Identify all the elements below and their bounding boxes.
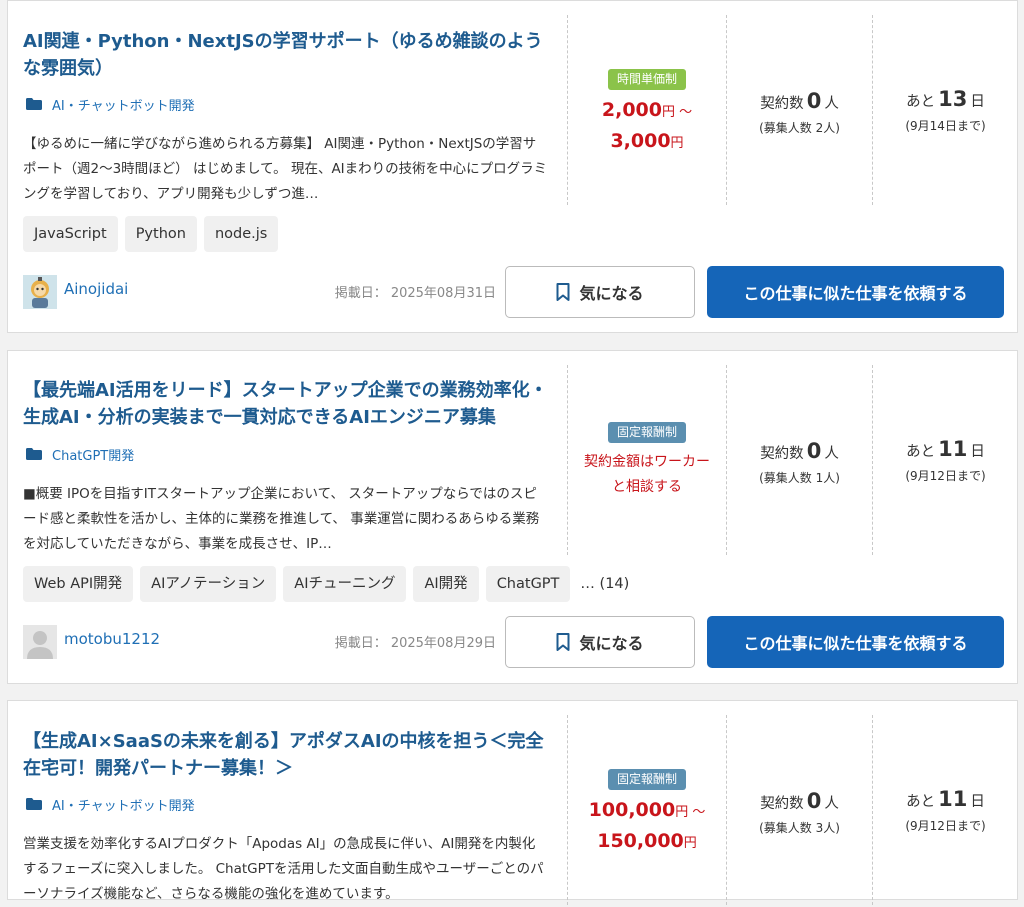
- folder-icon: [26, 98, 42, 110]
- folder-icon: [26, 448, 42, 460]
- recruit-count: (募集人数 2人): [759, 121, 840, 135]
- price-max-unit: 円: [670, 136, 684, 151]
- job-category[interactable]: AI・チャットボット開発: [26, 94, 195, 114]
- price-range: 2,000円 〜 3,000円: [568, 96, 726, 158]
- price-max: 150,000: [597, 830, 684, 852]
- price-max-unit: 円: [683, 836, 697, 851]
- contract-column: 契約数 0 人 (募集人数 1人): [727, 439, 872, 486]
- remaining-prefix: あと: [906, 444, 936, 460]
- avatar[interactable]: [23, 625, 57, 659]
- recruit-count: (募集人数 1人): [759, 471, 840, 485]
- avatar[interactable]: [23, 275, 57, 309]
- contract-label: 契約数: [760, 446, 804, 462]
- skill-tag[interactable]: node.js: [203, 216, 279, 252]
- contract-unit: 人: [824, 796, 839, 812]
- remaining-days: 13: [938, 87, 968, 111]
- skill-tags: JavaScript Python node.js: [23, 216, 279, 252]
- contract-count: 0: [806, 789, 822, 813]
- favorite-button[interactable]: 気になる: [505, 616, 695, 668]
- deadline-column: あと 13 日 (9月14日まで): [873, 87, 1018, 134]
- job-footer: Ainojidai 掲載日： 2025年08月31日 気になる この仕事に似た仕…: [23, 266, 1008, 318]
- job-title[interactable]: 【生成AI×SaaSの未来を創る】アポダスAIの中核を担う＜完全在宅可！開発パー…: [23, 728, 553, 782]
- job-description: ■概要 IPOを目指すITスタートアップ企業において、 スタートアップならではの…: [23, 486, 540, 552]
- price-min-unit: 円 〜: [675, 805, 706, 820]
- job-description: 【ゆるめに一緒に学びながら進められる方募集】 AI関連・Python・NextJ…: [23, 136, 548, 202]
- job-card: 【生成AI×SaaSの未来を創る】アポダスAIの中核を担う＜完全在宅可！開発パー…: [7, 700, 1018, 905]
- contract-label: 契約数: [760, 96, 804, 112]
- price-negotiable: 契約金額はワーカーと相談する: [584, 454, 710, 495]
- more-tags-count[interactable]: … (14): [580, 576, 629, 592]
- price-column: 時間単価制 2,000円 〜 3,000円: [568, 68, 726, 158]
- price-min-unit: 円 〜: [661, 105, 693, 120]
- client-username[interactable]: motobu1212: [64, 630, 160, 648]
- skill-tag[interactable]: AIアノテーション: [140, 566, 277, 602]
- remaining-prefix: あと: [906, 794, 936, 810]
- contract-column: 契約数 0 人 (募集人数 2人): [727, 89, 872, 136]
- job-footer: motobu1212 掲載日： 2025年08月29日 気になる この仕事に似た…: [23, 616, 1008, 668]
- contract-count: 0: [806, 89, 822, 113]
- skill-tag[interactable]: AIチューニング: [283, 566, 407, 602]
- deadline-date: (9月12日まで): [905, 469, 986, 483]
- price-min: 2,000: [601, 99, 662, 121]
- job-title[interactable]: AI関連・Python・NextJSの学習サポート（ゆるめ雑談のような雰囲気）: [23, 28, 553, 82]
- remaining-unit: 日: [970, 444, 985, 460]
- bookmark-icon: [556, 283, 570, 301]
- job-category[interactable]: AI・チャットボット開発: [26, 794, 195, 814]
- category-label: ChatGPT開発: [52, 448, 135, 464]
- pay-type-badge: 時間単価制: [607, 69, 686, 90]
- skill-tag[interactable]: Web API開発: [23, 566, 134, 602]
- job-list: AI関連・Python・NextJSの学習サポート（ゆるめ雑談のような雰囲気） …: [0, 0, 1024, 905]
- price-column: 固定報酬制 100,000円 〜 150,000円: [568, 768, 726, 858]
- client-username[interactable]: Ainojidai: [64, 280, 128, 298]
- remaining-unit: 日: [970, 794, 985, 810]
- price-max: 3,000: [610, 130, 671, 152]
- contract-column: 契約数 0 人 (募集人数 3人): [727, 789, 872, 836]
- contract-count: 0: [806, 439, 822, 463]
- job-card: 【最先端AI活用をリード】スタートアップ企業での業務効率化・生成AI・分析の実装…: [7, 350, 1018, 684]
- deadline-date: (9月14日まで): [905, 119, 986, 133]
- category-label: AI・チャットボット開発: [52, 798, 195, 814]
- deadline-date: (9月12日まで): [905, 819, 986, 833]
- remaining-days: 11: [938, 437, 968, 461]
- posted-date: 掲載日： 2025年08月29日: [334, 636, 496, 651]
- contract-label: 契約数: [760, 796, 804, 812]
- contract-unit: 人: [824, 96, 839, 112]
- job-card: AI関連・Python・NextJSの学習サポート（ゆるめ雑談のような雰囲気） …: [7, 0, 1018, 333]
- request-similar-button[interactable]: この仕事に似た仕事を依頼する: [707, 266, 1004, 318]
- deadline-column: あと 11 日 (9月12日まで): [873, 437, 1018, 484]
- deadline-column: あと 11 日 (9月12日まで): [873, 787, 1018, 834]
- pay-type-badge: 固定報酬制: [607, 769, 686, 790]
- skill-tag[interactable]: AI開発: [413, 566, 479, 602]
- category-label: AI・チャットボット開発: [52, 98, 195, 114]
- recruit-count: (募集人数 3人): [759, 821, 840, 835]
- posted-date: 掲載日： 2025年08月31日: [334, 286, 496, 301]
- favorite-label: 気になる: [579, 284, 644, 303]
- folder-icon: [26, 798, 42, 810]
- contract-unit: 人: [824, 446, 839, 462]
- price-min: 100,000: [588, 799, 676, 821]
- job-category[interactable]: ChatGPT開発: [26, 444, 134, 464]
- request-similar-button[interactable]: この仕事に似た仕事を依頼する: [707, 616, 1004, 668]
- remaining-days: 11: [938, 787, 968, 811]
- favorite-label: 気になる: [579, 634, 644, 653]
- favorite-button[interactable]: 気になる: [505, 266, 695, 318]
- job-title[interactable]: 【最先端AI活用をリード】スタートアップ企業での業務効率化・生成AI・分析の実装…: [23, 377, 553, 431]
- remaining-prefix: あと: [906, 94, 936, 110]
- skill-tag[interactable]: ChatGPT: [485, 566, 571, 602]
- pay-type-badge: 固定報酬制: [607, 422, 686, 443]
- skill-tag[interactable]: JavaScript: [23, 216, 118, 252]
- bookmark-icon: [556, 633, 570, 651]
- job-description: 営業支援を効率化するAIプロダクト「Apodas AI」の急成長に伴い、AI開発…: [23, 836, 544, 902]
- price-column: 固定報酬制 契約金額はワーカーと相談する: [568, 421, 726, 500]
- remaining-unit: 日: [970, 94, 985, 110]
- skill-tags: Web API開発 AIアノテーション AIチューニング AI開発 ChatGP…: [23, 566, 629, 602]
- skill-tag[interactable]: Python: [124, 216, 197, 252]
- price-range: 100,000円 〜 150,000円: [568, 796, 726, 858]
